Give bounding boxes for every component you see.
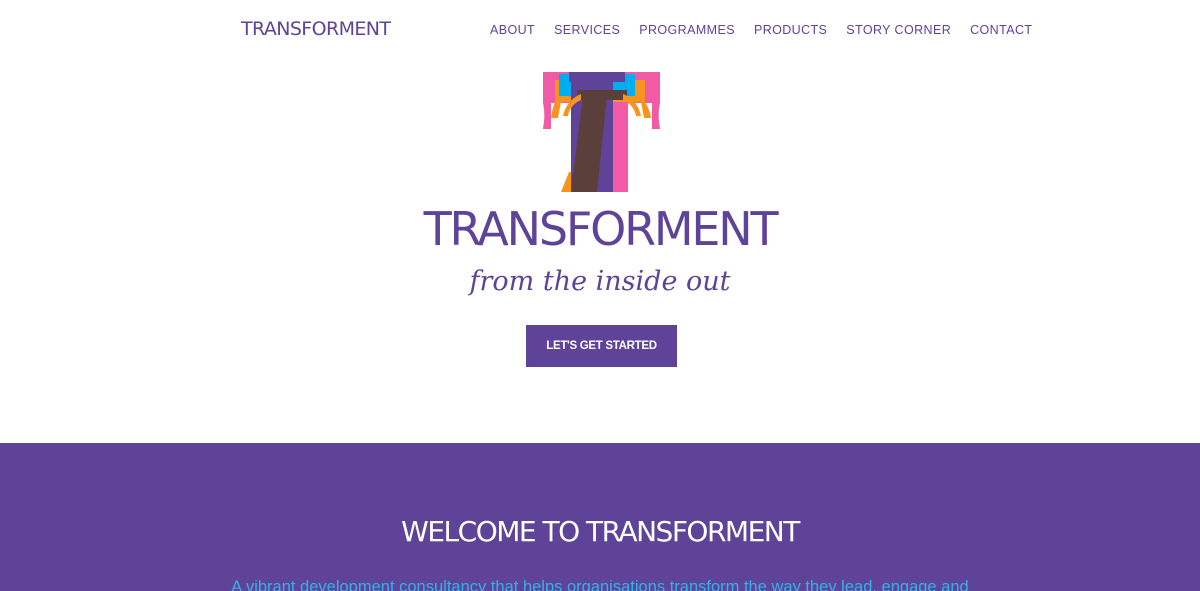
hero-tagline: from the inside out — [469, 266, 731, 297]
nav-products[interactable]: PRODUCTS — [754, 23, 827, 37]
hero-section: TRANSFORMENT from the inside out LET'S G… — [0, 60, 1200, 443]
nav-programmes[interactable]: PROGRAMMES — [639, 23, 735, 37]
hero-title: TRANSFORMENT — [423, 202, 779, 256]
transforment-t-logo-icon — [543, 72, 660, 192]
main-menu: ABOUT SERVICES PROGRAMMES PRODUCTS STORY… — [490, 23, 1032, 37]
brand-logo-link[interactable]: TRANSFORMENT — [241, 18, 391, 40]
welcome-title: WELCOME TO TRANSFORMENT — [401, 515, 800, 548]
nav-services[interactable]: SERVICES — [554, 23, 620, 37]
top-navigation: TRANSFORMENT ABOUT SERVICES PROGRAMMES P… — [0, 0, 1200, 60]
nav-story-corner[interactable]: STORY CORNER — [846, 23, 951, 37]
welcome-section: WELCOME TO TRANSFORMENT A vibrant develo… — [0, 443, 1200, 591]
welcome-description: A vibrant development consultancy that h… — [231, 578, 969, 591]
get-started-button[interactable]: LET'S GET STARTED — [526, 325, 677, 367]
nav-about[interactable]: ABOUT — [490, 23, 535, 37]
nav-contact[interactable]: CONTACT — [970, 23, 1032, 37]
